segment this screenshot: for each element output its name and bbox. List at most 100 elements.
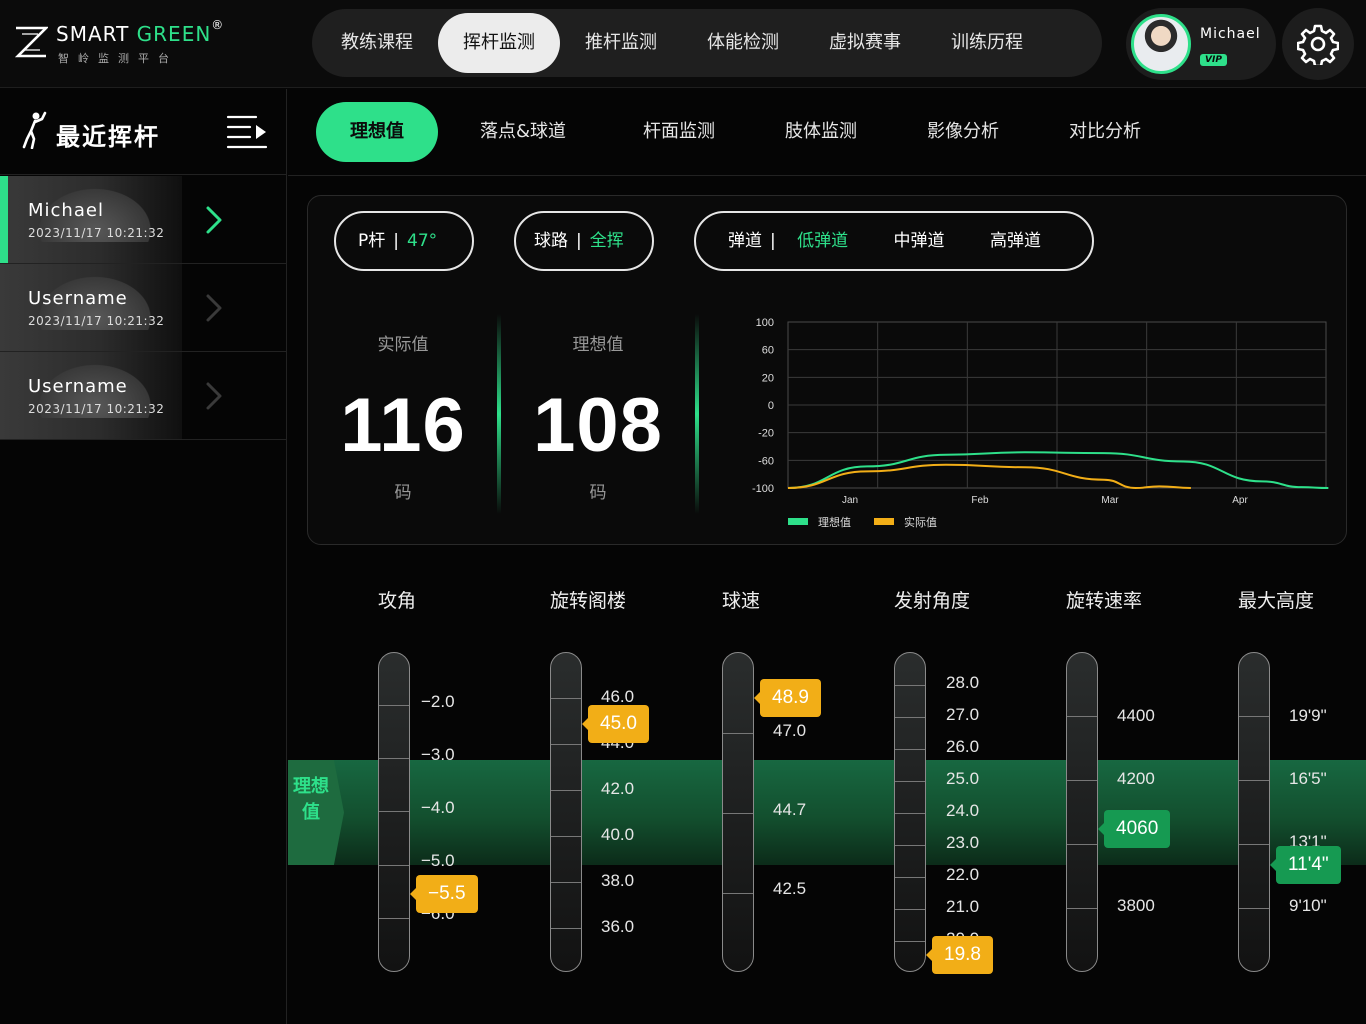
metric-title-max-height: 最大高度	[1238, 590, 1315, 612]
ideal-distance-stat: 理想值 108 码	[503, 316, 693, 516]
tab-clubface[interactable]: 杆面监测	[618, 102, 740, 162]
y-tick-label: -100	[752, 483, 774, 495]
gauge-tick	[895, 813, 925, 814]
path-filter-label: 球路	[534, 231, 568, 251]
brand-name-part2: GREEN	[136, 22, 212, 46]
gauge-attack-angle	[378, 652, 410, 972]
nav-item-swing-monitor[interactable]: 挥杆监测	[438, 13, 560, 73]
gauge-tick	[895, 909, 925, 910]
separator: |	[576, 231, 582, 251]
legend-swatch	[874, 518, 894, 525]
y-tick-label: 60	[762, 345, 774, 357]
gauge-tick	[895, 717, 925, 718]
gauge-tick	[895, 749, 925, 750]
nav-item-courses[interactable]: 教练课程	[316, 13, 438, 73]
gauge-spin-rate	[1066, 652, 1098, 972]
nav-item-virtual-events[interactable]: 虚拟赛事	[804, 13, 926, 73]
club-filter[interactable]: P杆 | 47°	[334, 211, 474, 271]
settings-button[interactable]	[1282, 8, 1354, 80]
gauge-tick-label: 36.0	[601, 917, 635, 936]
gauge-tick	[1239, 780, 1269, 781]
gauge-tick-label: −3.0	[421, 745, 455, 764]
user-card[interactable]: Michael VIP	[1126, 8, 1276, 80]
ideal-range-label: 理想值	[293, 776, 329, 823]
ideal-value-marker: 4060	[1097, 810, 1171, 848]
y-tick-label: -60	[758, 455, 774, 467]
gauge-tick-label: 23.0	[946, 833, 980, 852]
gauge-ball-speed	[722, 652, 754, 972]
avatar[interactable]	[1131, 14, 1191, 74]
gauge-tick-label: −2.0	[421, 692, 455, 711]
gauge-tick	[1239, 716, 1269, 717]
gauge-tick	[1067, 908, 1097, 909]
separator: |	[770, 231, 776, 251]
swing-timestamp: 2023/11/17 10:21:32	[28, 314, 165, 328]
gauge-tick	[895, 845, 925, 846]
gauge-tick-label: 21.0	[946, 897, 980, 916]
tab-ideal-value[interactable]: 理想值	[316, 102, 438, 162]
sub-tabs: 理想值 落点&球道 杆面监测 肢体监测 影像分析 对比分析	[288, 89, 1366, 176]
metric-title-spin-rate: 旋转速率	[1066, 590, 1143, 612]
nav-item-fitness[interactable]: 体能检测	[682, 13, 804, 73]
gauge-max-height	[1238, 652, 1270, 972]
swing-player-name: Michael	[28, 200, 104, 221]
tab-landing-fairway[interactable]: 落点&球道	[462, 102, 584, 162]
gauge-tick	[379, 811, 409, 812]
gauge-tick-label: 24.0	[946, 801, 980, 820]
registered-mark: ®	[211, 18, 225, 33]
brand-logo[interactable]: SMART GREEN® 智岭监测平台	[14, 18, 244, 70]
gauge-tick-label: −4.0	[421, 798, 455, 817]
gauge-tick-label: 4200	[1117, 769, 1155, 788]
swing-list-item[interactable]: Michael 2023/11/17 10:21:32	[0, 176, 287, 264]
gauge-tick	[895, 941, 925, 942]
gauge-tick	[723, 733, 753, 734]
swing-list-item[interactable]: Username 2023/11/17 10:21:32	[0, 264, 287, 352]
gauge-tick	[895, 685, 925, 686]
nav-item-putt-monitor[interactable]: 推杆监测	[560, 13, 682, 73]
swing-player-name: Username	[28, 376, 128, 397]
gauge-tick	[551, 698, 581, 699]
gear-icon	[1297, 24, 1339, 65]
path-filter[interactable]: 球路 | 全挥	[514, 211, 654, 271]
stat-divider	[695, 314, 699, 514]
actual-value-marker: 45.0	[582, 705, 649, 743]
actual-distance-value: 116	[340, 383, 466, 468]
tab-video-analysis[interactable]: 影像分析	[902, 102, 1024, 162]
gauge-launch-angle	[894, 652, 926, 972]
gauge-tick	[379, 918, 409, 919]
gauge-tick-label: 28.0	[946, 673, 980, 692]
user-name: Michael	[1200, 26, 1261, 42]
gauge-tick-label: 9'10"	[1289, 896, 1327, 915]
trajectory-option-mid[interactable]: 中弹道	[894, 231, 945, 251]
chevron-right-icon	[206, 382, 222, 410]
vip-badge: VIP	[1200, 54, 1227, 66]
trajectory-chart: 100 60 20 0 -20 -60 -100 Jan Feb Mar Apr 理想值 实际值	[752, 317, 1329, 529]
stat-divider	[497, 314, 501, 514]
gauge-tick	[723, 813, 753, 814]
collapse-menu-icon[interactable]	[226, 111, 268, 153]
gauge-tick-label: 40.0	[601, 825, 635, 844]
gauge-tick	[1067, 780, 1097, 781]
swing-list-item[interactable]: Username 2023/11/17 10:21:32	[0, 352, 287, 440]
summary-panel: P杆 | 47° 球路 | 全挥 弹道 | 低弹道 中弹道 高弹道 实际值 116 码 理…	[307, 195, 1347, 545]
brand-subtitle: 智岭监测平台	[58, 52, 178, 65]
tab-comparison[interactable]: 对比分析	[1044, 102, 1166, 162]
gauge-tick	[723, 893, 753, 894]
gauge-tick	[895, 781, 925, 782]
sidebar-header: 最近挥杆	[0, 89, 287, 175]
y-tick-label: -20	[758, 428, 774, 440]
x-tick-label: Jan	[842, 495, 858, 506]
swing-player-name: Username	[28, 288, 128, 309]
actual-value-marker: 19.8	[926, 936, 993, 974]
ideal-range-tag: 理想值	[288, 760, 344, 865]
trajectory-option-low[interactable]: 低弹道	[797, 231, 848, 251]
nav-item-training-history[interactable]: 训练历程	[926, 13, 1048, 73]
trajectory-option-high[interactable]: 高弹道	[990, 231, 1041, 251]
actual-distance-stat: 实际值 116 码	[308, 316, 498, 516]
tab-body-monitor[interactable]: 肢体监测	[760, 102, 882, 162]
gauge-tick-label: 22.0	[946, 865, 980, 884]
legend-label: 理想值	[818, 515, 851, 529]
gauge-tick	[551, 928, 581, 929]
chevron-right-icon	[206, 294, 222, 322]
gauge-tick	[379, 705, 409, 706]
